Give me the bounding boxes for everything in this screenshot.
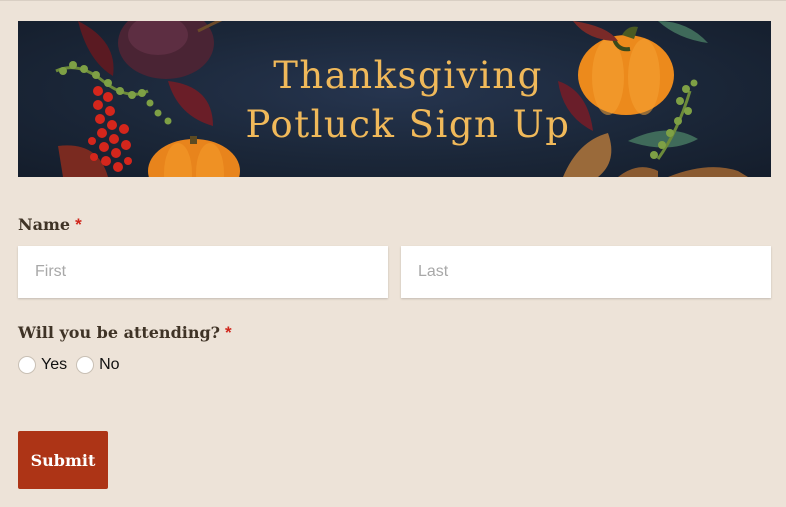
attending-label: Will you be attending? * xyxy=(18,323,232,343)
banner-title-line-1: Thanksgiving xyxy=(273,54,543,97)
banner-title-line-2: Potluck Sign Up xyxy=(245,103,571,146)
radio-yes-label: Yes xyxy=(41,356,68,373)
required-marker: * xyxy=(75,215,82,234)
last-name-input[interactable] xyxy=(401,246,771,298)
submit-button[interactable]: Submit xyxy=(18,431,108,489)
top-divider xyxy=(0,0,786,1)
radio-no[interactable] xyxy=(76,356,95,374)
required-marker: * xyxy=(225,323,232,342)
name-label: Name * xyxy=(18,215,82,235)
form-page: Thanksgiving Potluck Sign Up Name* Will … xyxy=(0,0,786,507)
radio-option-no[interactable]: No xyxy=(76,356,120,374)
attending-radio-group: Yes No xyxy=(18,356,129,374)
name-label-text: Name xyxy=(18,215,71,234)
radio-yes[interactable] xyxy=(18,356,36,374)
banner-title: Thanksgiving Potluck Sign Up xyxy=(18,51,771,149)
attending-label-text: Will you be attending? xyxy=(18,323,221,342)
radio-no-label: No xyxy=(99,356,120,373)
header-banner: Thanksgiving Potluck Sign Up xyxy=(18,21,771,177)
radio-option-yes[interactable]: Yes xyxy=(18,356,67,374)
first-name-input[interactable] xyxy=(18,246,388,298)
